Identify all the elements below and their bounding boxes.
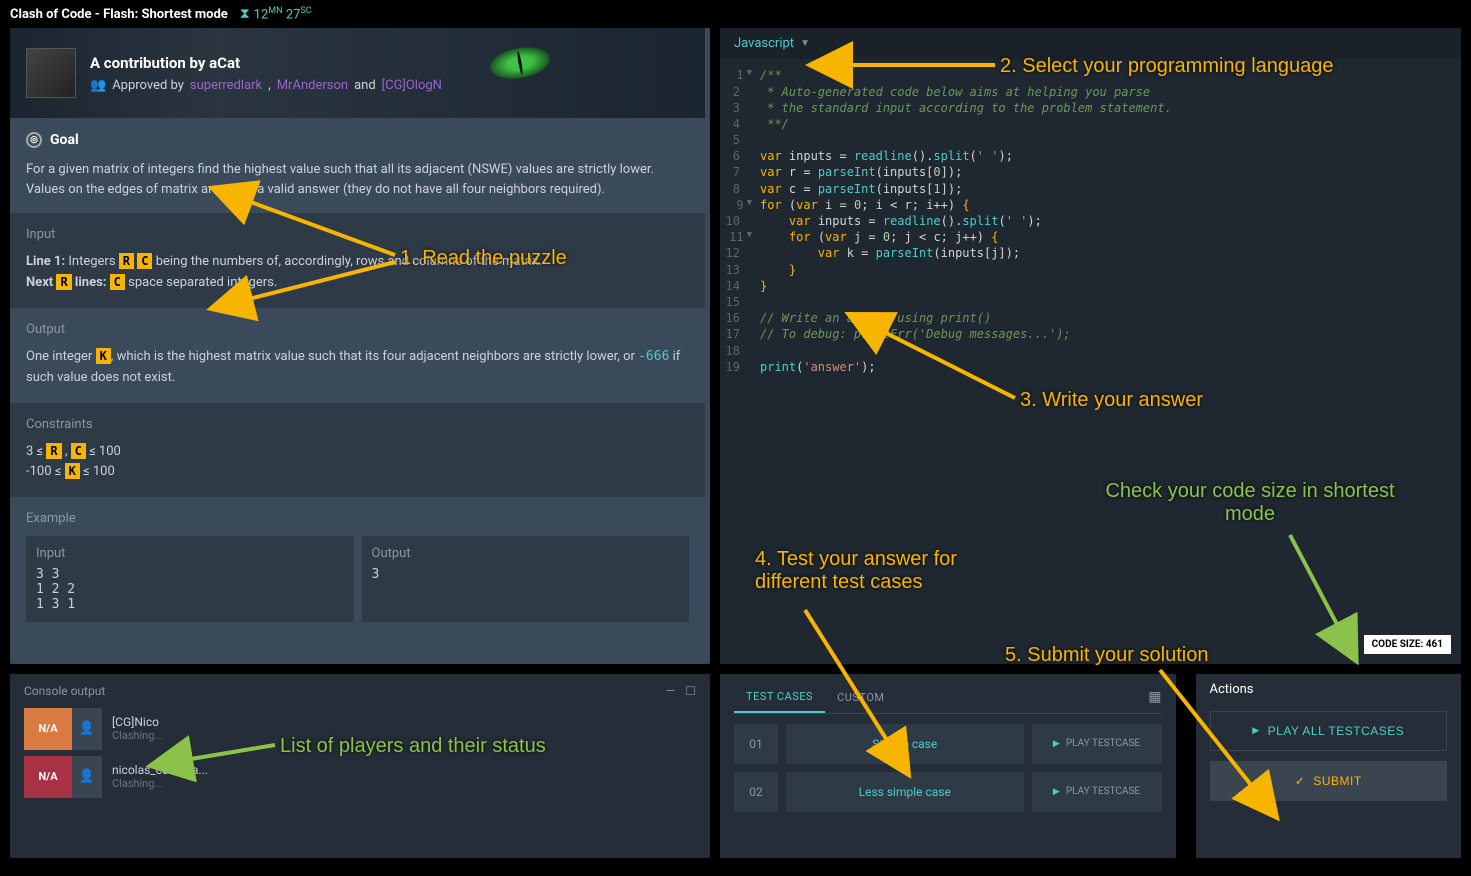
goal-label: Goal xyxy=(50,132,79,148)
check-icon: ✓ xyxy=(1295,774,1306,788)
maximize-icon[interactable]: ☐ xyxy=(685,684,696,698)
code-size-badge: CODE SIZE: 461 xyxy=(1364,635,1451,654)
actions-panel: Actions ▶ PLAY ALL TESTCASES ✓ SUBMIT xyxy=(1196,674,1462,859)
approver-link[interactable]: MrAnderson xyxy=(277,78,348,93)
target-icon: ◎ xyxy=(26,132,42,148)
tab-testcases[interactable]: TEST CASES xyxy=(734,682,825,713)
approved-line: 👥 Approved by superredlark, MrAnderson a… xyxy=(90,78,442,93)
player-na-badge: N/A xyxy=(24,756,72,798)
top-bar: Clash of Code - Flash: Shortest mode ⧗ 1… xyxy=(0,0,1471,28)
hourglass-icon: ⧗ xyxy=(240,6,250,22)
console-label: Console output xyxy=(24,684,105,698)
play-icon: ▶ xyxy=(1053,739,1060,749)
output-section: Output One integer K, which is the highe… xyxy=(10,308,705,403)
example-input: 3 3 1 2 2 1 3 1 xyxy=(36,567,344,612)
problem-header: A contribution by aCat 👥 Approved by sup… xyxy=(10,28,705,118)
example-section: Example Input 3 3 1 2 2 1 3 1 Output 3 xyxy=(10,497,705,636)
minimize-icon[interactable]: — xyxy=(666,684,675,698)
play-testcase-button[interactable]: ▶ PLAY TESTCASE xyxy=(1032,772,1162,812)
author-avatar xyxy=(26,48,76,98)
play-all-button[interactable]: ▶ PLAY ALL TESTCASES xyxy=(1210,711,1448,751)
editor-panel: Javascript ▼ 1▼23456789▼1011▼12131415161… xyxy=(720,28,1461,663)
timer-sc: 27 xyxy=(286,7,301,22)
input-label: Input xyxy=(26,227,689,242)
var-r: R xyxy=(119,253,134,269)
goal-section: ◎ Goal For a given matrix of integers fi… xyxy=(10,118,705,213)
player-na-badge: N/A xyxy=(24,708,72,750)
cat-eye-art xyxy=(488,43,552,83)
example-output: 3 xyxy=(372,567,680,582)
player-name: [CG]Nico xyxy=(112,715,163,729)
testcase-row: 01Simple case▶ PLAY TESTCASE xyxy=(734,724,1162,764)
group-icon: 👥 xyxy=(90,78,106,93)
play-icon: ▶ xyxy=(1053,787,1060,797)
testcase-name[interactable]: Less simple case xyxy=(786,772,1024,812)
play-icon: ▶ xyxy=(1252,725,1259,736)
submit-button[interactable]: ✓ SUBMIT xyxy=(1210,761,1448,801)
constraints-section: Constraints 3 ≤ R , C ≤ 100 -100 ≤ K ≤ 1… xyxy=(10,403,705,498)
timer-mn: 12 xyxy=(254,7,269,22)
testcase-name[interactable]: Simple case xyxy=(786,724,1024,764)
page-title: Clash of Code - Flash: Shortest mode xyxy=(10,7,228,22)
contribution-line: A contribution by aCat xyxy=(90,54,442,72)
input-section: Input Line 1: Integers R C being the num… xyxy=(10,213,705,308)
testcases-panel: TEST CASES CUSTOM ▦ 01Simple case▶ PLAY … xyxy=(720,674,1176,859)
grid-icon[interactable]: ▦ xyxy=(1148,689,1161,705)
approver-link[interactable]: [CG]OlogN xyxy=(382,78,442,93)
chevron-down-icon: ▼ xyxy=(800,38,810,49)
timer: ⧗ 12MN 27SC xyxy=(240,6,312,22)
language-selector[interactable]: Javascript ▼ xyxy=(734,36,810,51)
testcase-row: 02Less simple case▶ PLAY TESTCASE xyxy=(734,772,1162,812)
console-panel: Console output — ☐ N/A👤[CG]NicoClashing.… xyxy=(10,674,710,859)
var-k: K xyxy=(96,348,111,364)
var-c: C xyxy=(137,253,152,269)
approver-link[interactable]: superredlark xyxy=(190,78,262,93)
player-status: Clashing... xyxy=(112,729,163,742)
player-row: N/A👤 [CG]NicoClashing... xyxy=(24,708,696,750)
play-testcase-button[interactable]: ▶ PLAY TESTCASE xyxy=(1032,724,1162,764)
testcase-number: 02 xyxy=(734,772,778,812)
code-editor[interactable]: 1▼23456789▼1011▼1213141516171819 /** * A… xyxy=(720,59,1461,375)
player-status: Clashing... xyxy=(112,777,208,790)
player-avatar: 👤 xyxy=(72,708,102,750)
player-avatar: 👤 xyxy=(72,756,102,798)
tab-custom[interactable]: CUSTOM xyxy=(825,683,896,712)
problem-panel: A contribution by aCat 👥 Approved by sup… xyxy=(10,28,710,663)
actions-label: Actions xyxy=(1210,682,1448,697)
goal-text: For a given matrix of integers find the … xyxy=(26,160,689,199)
language-bar: Javascript ▼ xyxy=(720,28,1461,59)
player-row: N/A👤 nicolas_codinga...Clashing... xyxy=(24,756,696,798)
output-label: Output xyxy=(26,322,689,337)
testcase-number: 01 xyxy=(734,724,778,764)
player-name: nicolas_codinga... xyxy=(112,763,208,777)
